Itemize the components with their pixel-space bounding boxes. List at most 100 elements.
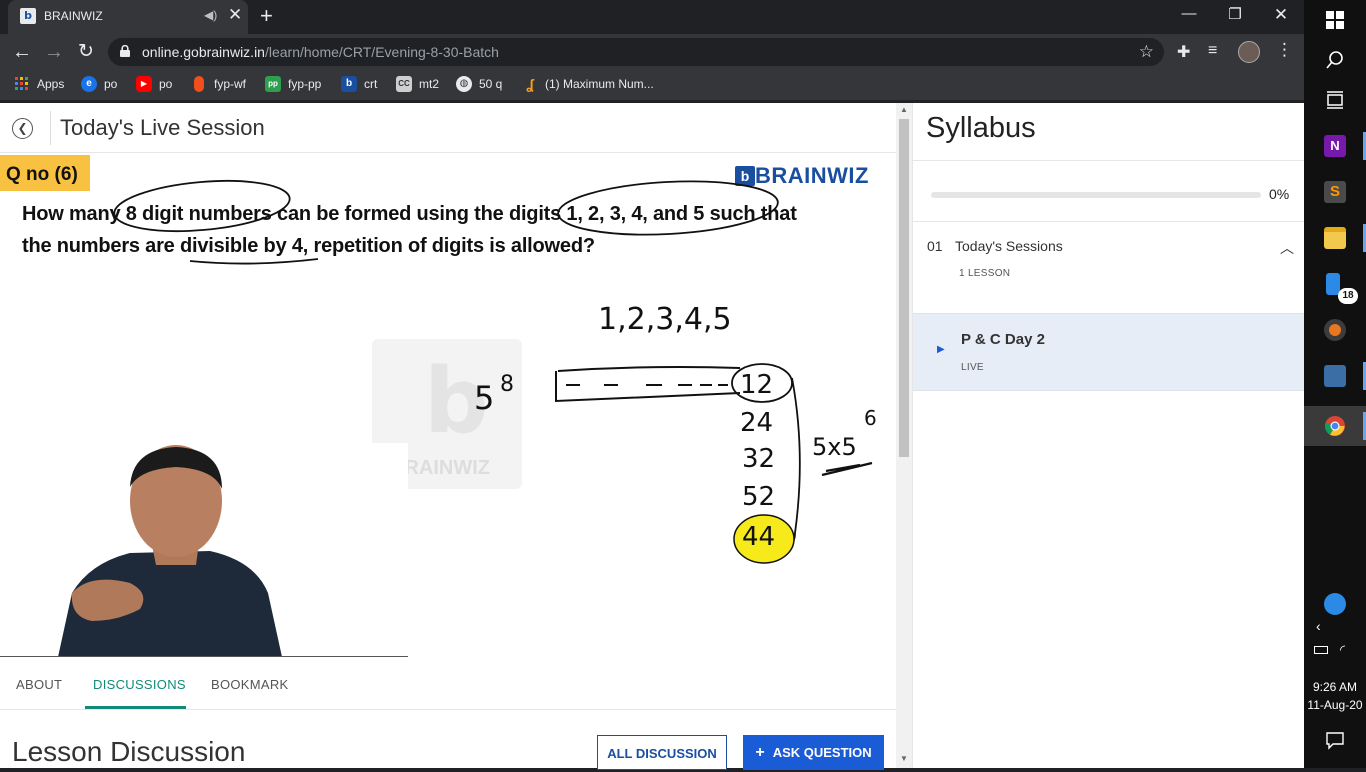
task-view-icon — [1327, 91, 1343, 109]
url-path: /learn/home/CRT/Evening-8-30-Batch — [264, 44, 499, 60]
tab-bookmark[interactable]: BOOKMARK — [211, 677, 289, 692]
handwritten-ending-3: 32 — [742, 444, 775, 474]
tray-status[interactable]: ◜ — [1304, 640, 1366, 680]
reload-button[interactable]: ↻ — [74, 40, 98, 64]
all-discussion-button[interactable]: ALL DISCUSSION — [597, 735, 727, 770]
close-tab-icon[interactable]: ✕ — [228, 5, 242, 25]
handwritten-power-exp: 8 — [500, 372, 514, 397]
divider — [913, 221, 1305, 222]
bookmark-mt2[interactable]: CC mt2 — [396, 76, 439, 94]
brainwiz-icon: b — [341, 76, 357, 92]
browser-toolbar: ← → ↻ online.gobrainwiz.in/learn/home/CR… — [0, 34, 1304, 70]
taskbar-calculator[interactable] — [1304, 356, 1366, 396]
progress-percent: 0% — [1269, 186, 1290, 202]
calculator-icon — [1324, 365, 1346, 387]
bookmark-fyp-pp[interactable]: pp fyp-pp — [265, 76, 321, 94]
tab-title: BRAINWIZ — [44, 9, 103, 23]
address-bar[interactable]: online.gobrainwiz.in/learn/home/CRT/Even… — [108, 38, 1164, 66]
search-icon — [1326, 51, 1343, 69]
taskbar-onenote[interactable]: N — [1304, 126, 1366, 166]
windows-taskbar: N S 18 ‹ ◜ 9:26 AM 11-Aug-20 — [1304, 0, 1366, 768]
lesson-item[interactable]: ▶ P & C Day 2 LIVE — [913, 313, 1305, 391]
bookmark-fyp-wf[interactable]: fyp-wf — [191, 76, 246, 94]
taskbar-media[interactable] — [1304, 310, 1366, 350]
section-lesson-count: 1 LESSON — [959, 268, 1011, 279]
bookmark-star-icon[interactable]: ☆ — [1139, 42, 1154, 62]
chevron-left-icon: ‹ — [1316, 618, 1321, 634]
windows-logo-icon — [1326, 11, 1344, 29]
taskbar-phone[interactable]: 18 — [1304, 264, 1366, 304]
bookmark-50q[interactable]: ◍ 50 q — [456, 76, 502, 94]
bookmark-label: crt — [364, 77, 378, 91]
start-button[interactable] — [1304, 0, 1366, 40]
browser-tab[interactable]: b BRAINWIZ ◀) ✕ — [8, 0, 248, 34]
tab-discussions[interactable]: DISCUSSIONS — [93, 677, 186, 692]
media-control-icon[interactable]: ≡ — [1208, 42, 1217, 60]
handwritten-result-exp: 6 — [864, 406, 877, 430]
progress-bar — [931, 192, 1261, 198]
bookmark-apps[interactable]: Apps — [14, 76, 64, 94]
bookmark-crt[interactable]: b crt — [341, 76, 377, 94]
restore-button[interactable]: ❐ — [1212, 5, 1258, 23]
search-button[interactable] — [1304, 40, 1366, 80]
handwritten-ending-2: 24 — [740, 408, 773, 438]
action-center-button[interactable] — [1304, 720, 1366, 760]
syllabus-panel: Syllabus 0% 01 Today's Sessions 1 LESSON… — [912, 103, 1305, 768]
bookmark-label: po — [159, 77, 173, 91]
divider — [913, 160, 1305, 161]
bookmark-po-2[interactable]: ▶ po — [136, 76, 172, 94]
section-title: Today's Sessions — [955, 238, 1063, 254]
bookmark-label: fyp-pp — [288, 77, 322, 91]
bookmark-label: (1) Maximum Num... — [545, 77, 654, 91]
folder-icon — [1324, 227, 1346, 249]
clock-date[interactable]: 11-Aug-20 — [1304, 698, 1366, 712]
scrollbar-thumb[interactable] — [899, 119, 909, 457]
url-text: online.gobrainwiz.in/learn/home/CRT/Even… — [142, 44, 499, 60]
active-tab-indicator — [85, 706, 186, 709]
section-number: 01 — [927, 238, 943, 254]
handwritten-ending-1: 12 — [740, 370, 773, 400]
syllabus-title: Syllabus — [926, 112, 1036, 144]
lesson-title: P & C Day 2 — [961, 331, 1045, 348]
back-button[interactable]: ← — [10, 40, 34, 64]
speaker-icon[interactable]: ◀) — [204, 8, 217, 22]
handwritten-result-base: 5x5 — [812, 433, 857, 461]
apps-grid-icon — [15, 77, 28, 90]
handwritten-ending-5: 44 — [742, 522, 775, 552]
chevron-up-icon[interactable]: ︿ — [1280, 238, 1294, 258]
ask-question-label: ASK QUESTION — [772, 745, 872, 760]
wifi-icon: ◜ — [1340, 642, 1346, 657]
tab-about[interactable]: ABOUT — [16, 677, 62, 692]
notification-icon — [1326, 732, 1344, 750]
bookmark-maximum-num[interactable]: ʆ (1) Maximum Num... — [522, 76, 654, 94]
ask-question-button[interactable]: + ASK QUESTION — [743, 735, 884, 770]
taskbar-sublime[interactable]: S — [1304, 172, 1366, 212]
task-view-button[interactable] — [1304, 80, 1366, 120]
forward-button[interactable]: → — [42, 40, 66, 64]
minimize-button[interactable]: — — [1166, 5, 1212, 22]
lesson-status: LIVE — [961, 362, 984, 373]
lesson-discussion-heading: Lesson Discussion — [12, 736, 246, 767]
session-header: ❮ Today's Live Session — [0, 103, 896, 153]
profile-avatar[interactable] — [1238, 41, 1260, 63]
browser-tab-strip: b BRAINWIZ ◀) ✕ + — ❐ ✕ — [0, 0, 1304, 34]
clock-time[interactable]: 9:26 AM — [1304, 680, 1366, 694]
main-scrollbar[interactable]: ▲ ▼ — [896, 103, 912, 768]
bookmark-label: 50 q — [479, 77, 503, 91]
bookmarks-bar: Apps e po ▶ po fyp-wf pp fyp-pp b crt CC mt2 … — [0, 70, 1304, 100]
plus-icon: + — [755, 744, 765, 761]
extensions-puzzle-icon[interactable]: ✚ — [1177, 42, 1190, 62]
bookmark-po-1[interactable]: e po — [81, 76, 117, 94]
handwritten-ending-4: 52 — [742, 482, 775, 512]
presenter-video — [0, 443, 408, 657]
menu-kebab-icon[interactable]: ⋮ — [1276, 40, 1293, 60]
scroll-up-icon[interactable]: ▲ — [900, 105, 908, 114]
taskbar-file-explorer[interactable] — [1304, 218, 1366, 258]
globe-icon: ◍ — [456, 76, 472, 92]
close-window-button[interactable]: ✕ — [1258, 5, 1304, 25]
new-tab-button[interactable]: + — [260, 3, 273, 29]
back-circle-icon[interactable]: ❮ — [12, 118, 33, 139]
scroll-down-icon[interactable]: ▼ — [900, 754, 908, 763]
taskbar-chrome[interactable] — [1304, 406, 1366, 446]
live-video-slide[interactable]: Q no (6) b BRAINWIZ How many 8 digit numb… — [0, 153, 896, 657]
